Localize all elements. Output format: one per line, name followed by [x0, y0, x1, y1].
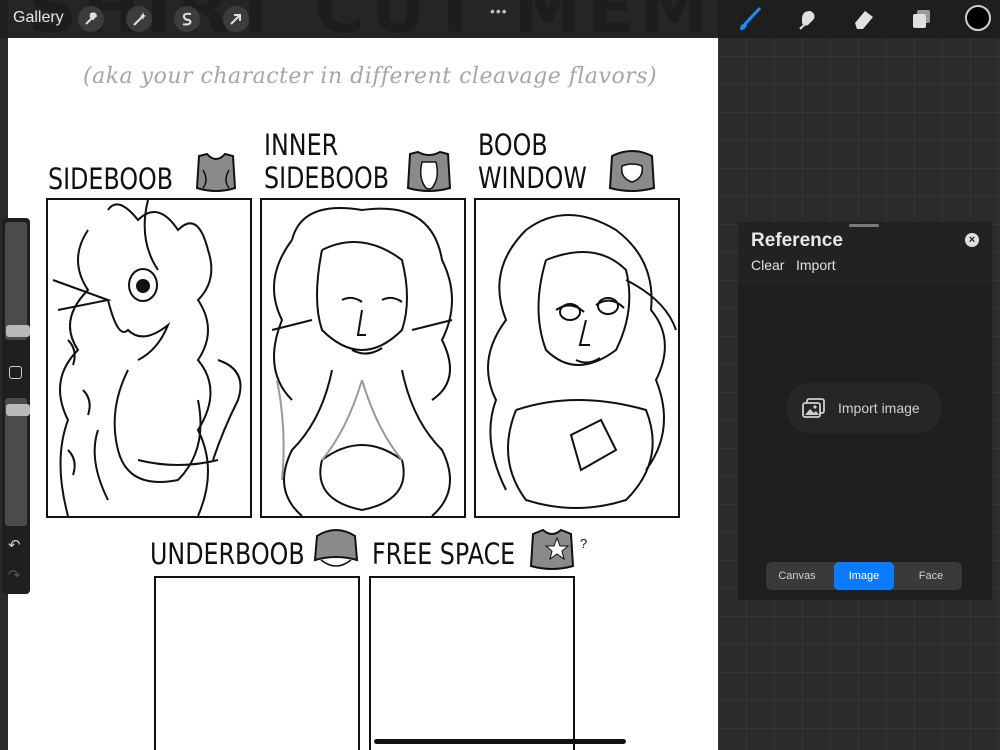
- segment-canvas[interactable]: Canvas: [766, 562, 828, 590]
- panel-label-boob-window: BOOB WINDOW: [478, 129, 587, 195]
- panel-label-free-space: FREE SPACE: [372, 538, 515, 571]
- panel-label-line: INNER: [264, 128, 339, 162]
- arrow-icon: [230, 14, 241, 25]
- color-picker[interactable]: [965, 5, 991, 31]
- top-toolbar: Gallery •••: [0, 0, 1000, 38]
- meme-subtitle: (aka your character in different cleavag…: [83, 64, 658, 89]
- brush-tool[interactable]: [736, 5, 764, 33]
- redo-icon[interactable]: ↷: [8, 566, 21, 584]
- reference-header: Reference × Clear Import: [738, 222, 992, 286]
- character-art-2: [271, 207, 453, 516]
- character-art-3: [487, 214, 677, 509]
- segment-face[interactable]: Face: [900, 562, 962, 590]
- segment-image[interactable]: Image: [834, 562, 894, 590]
- panel-free-space: [369, 576, 575, 750]
- import-image-label: Import image: [838, 400, 920, 416]
- brush-icon: [740, 6, 762, 30]
- shirt-inner-sideboob-icon: [406, 150, 452, 192]
- character-art-1: [52, 200, 242, 516]
- question-mark: ?: [580, 536, 588, 551]
- layers-tool[interactable]: [907, 5, 935, 33]
- magic-wand-icon: [133, 12, 146, 26]
- layers-icon: [913, 10, 930, 28]
- import-button[interactable]: Import: [796, 257, 836, 273]
- reference-mode-segmented-control: Canvas Image Face: [766, 562, 962, 590]
- eraser-icon: [855, 11, 873, 29]
- shirt-underboob-icon: [313, 529, 359, 567]
- shirt-boob-window-icon: [608, 150, 656, 192]
- panel-label-line: WINDOW: [478, 161, 587, 195]
- shirt-free-space-icon: [529, 528, 575, 570]
- more-menu[interactable]: •••: [490, 3, 508, 19]
- brush-size-thumb[interactable]: [6, 325, 30, 337]
- left-sidebar: ↶ ↷: [2, 218, 30, 594]
- home-indicator: [374, 739, 626, 744]
- gallery-button[interactable]: Gallery: [13, 9, 64, 27]
- panel-inner-sideboob: [260, 198, 466, 518]
- image-icon: [802, 398, 825, 418]
- opacity-thumb[interactable]: [6, 404, 30, 416]
- import-image-button[interactable]: Import image: [786, 382, 942, 434]
- panel-label-line: BOOB: [478, 128, 548, 162]
- smudge-tool[interactable]: [794, 5, 822, 33]
- eraser-tool[interactable]: [850, 5, 878, 33]
- reference-title: Reference: [751, 230, 843, 251]
- adjustments-button[interactable]: [126, 6, 152, 32]
- opacity-slider[interactable]: [5, 398, 30, 526]
- panel-label-line: UNDERBOOB: [150, 537, 305, 571]
- close-icon[interactable]: ×: [965, 233, 979, 247]
- panel-underboob: [154, 576, 360, 750]
- actions-button[interactable]: [78, 6, 104, 32]
- panel-label-line: SIDEBOOB: [264, 161, 390, 195]
- smudge-icon: [799, 11, 815, 30]
- panel-label-sideboob: SIDEBOOB: [48, 163, 173, 196]
- selection-button[interactable]: [174, 6, 200, 32]
- panel-grabber[interactable]: [849, 224, 879, 227]
- drawing-canvas[interactable]: SHIRT CUT MEME (aka your character in di…: [8, 0, 718, 750]
- panel-label-line: FREE SPACE: [372, 537, 516, 571]
- panel-boob-window: [474, 198, 680, 518]
- brush-size-slider[interactable]: [5, 222, 30, 340]
- modify-button[interactable]: [9, 366, 22, 379]
- clear-button[interactable]: Clear: [751, 257, 784, 273]
- selection-s-icon: [182, 12, 192, 26]
- panel-label-inner-sideboob: INNER SIDEBOOB: [264, 129, 389, 195]
- panel-sideboob: [46, 198, 252, 518]
- transform-button[interactable]: [223, 6, 249, 32]
- reference-panel: Reference × Clear Import Import image Ca…: [738, 222, 992, 600]
- panel-label-underboob: UNDERBOOB: [150, 538, 305, 571]
- wrench-icon: [85, 12, 98, 25]
- undo-icon[interactable]: ↶: [8, 536, 21, 554]
- shirt-sideboob-icon: [195, 152, 237, 192]
- panel-label-line: SIDEBOOB: [48, 162, 174, 196]
